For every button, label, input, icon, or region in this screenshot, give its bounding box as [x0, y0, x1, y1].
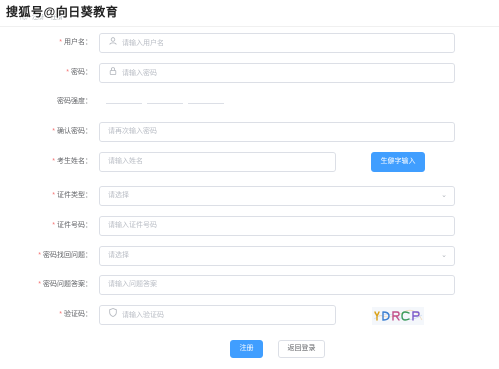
strength-row: 密码强度：	[0, 92, 499, 112]
confirm-label: * 确认密码：	[52, 128, 92, 135]
username-row: * 用户名： 请输入用户名	[0, 33, 499, 53]
captcha-input[interactable]: 请输入验证码	[99, 305, 336, 325]
question-label: * 密码找回问题：	[38, 252, 92, 259]
captcha-row: * 验证码： 请输入验证码	[0, 305, 499, 325]
register-button[interactable]: 注册	[230, 340, 263, 358]
shield-icon	[108, 306, 118, 324]
question-row: * 密码找回问题： 请选择 ⌄	[0, 246, 499, 266]
confirm-password-input[interactable]: 请再次输入密码	[99, 122, 455, 142]
strength-bar-weak	[106, 103, 142, 104]
id-type-row: * 证件类型： 请选择 ⌄	[0, 186, 499, 206]
chevron-down-icon: ⌄	[441, 252, 447, 259]
id-number-input[interactable]: 请输入证件号码	[99, 216, 455, 236]
confirm-row: * 确认密码： 请再次输入密码	[0, 122, 499, 142]
id-type-label: * 证件类型：	[52, 192, 92, 199]
rare-char-button[interactable]: 生僻字输入	[371, 152, 425, 172]
answer-input[interactable]: 请输入问题答案	[99, 275, 455, 295]
lock-icon	[108, 64, 118, 82]
captcha-label: * 验证码：	[59, 311, 92, 318]
name-input[interactable]: 请输入姓名	[99, 152, 336, 172]
id-number-row: * 证件号码： 请输入证件号码	[0, 216, 499, 236]
password-row: * 密码： 请输入密码	[0, 63, 499, 83]
user-icon	[108, 34, 118, 52]
back-to-login-button[interactable]: 返回登录	[278, 340, 325, 358]
id-number-label: * 证件号码：	[52, 222, 92, 229]
chevron-down-icon: ⌄	[441, 192, 447, 199]
strength-bar-medium	[147, 103, 183, 104]
strength-label: 密码强度：	[57, 98, 92, 105]
password-label: * 密码：	[66, 69, 92, 76]
username-label: * 用户名：	[59, 39, 92, 46]
top-bar: 用户注册 > 注册 搜狐号@向日葵教育	[0, 0, 499, 27]
name-label: * 考生姓名：	[52, 158, 92, 165]
id-type-select[interactable]: 请选择 ⌄	[99, 186, 455, 206]
name-row: * 考生姓名： 请输入姓名 生僻字输入	[0, 152, 499, 172]
watermark: 搜狐号@向日葵教育	[6, 5, 119, 19]
answer-row: * 密码问题答案： 请输入问题答案	[0, 275, 499, 295]
password-input[interactable]: 请输入密码	[99, 63, 455, 83]
captcha-image[interactable]	[372, 307, 424, 325]
captcha-code-graphic	[373, 309, 423, 321]
question-select[interactable]: 请选择 ⌄	[99, 246, 455, 266]
username-input[interactable]: 请输入用户名	[99, 33, 455, 53]
answer-label: * 密码问题答案：	[38, 281, 92, 288]
strength-bar-strong	[188, 103, 224, 104]
